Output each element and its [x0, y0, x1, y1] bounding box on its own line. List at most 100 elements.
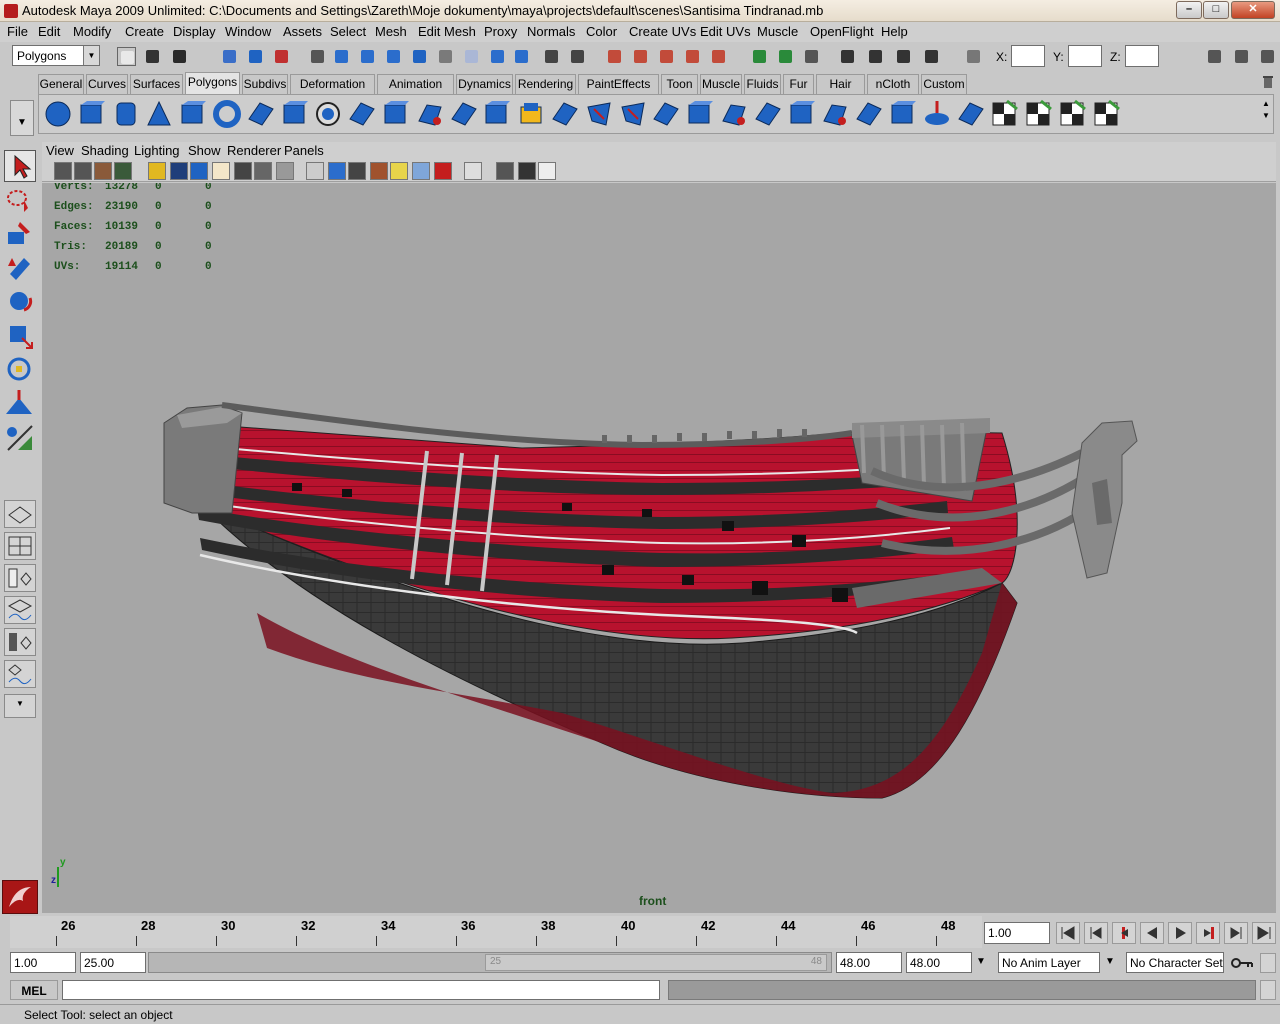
- single-perspective-layout-button[interactable]: [4, 500, 36, 528]
- poly-cube-icon[interactable]: [77, 99, 107, 129]
- menu-assets[interactable]: Assets: [283, 24, 322, 39]
- select-by-component-icon[interactable]: [272, 47, 291, 66]
- render-settings-icon[interactable]: [922, 47, 941, 66]
- ambient-occlusion-icon[interactable]: [538, 162, 556, 180]
- snap-to-points-icon[interactable]: [657, 47, 676, 66]
- boolean-union-icon[interactable]: [482, 99, 512, 129]
- auto-key-icon[interactable]: [1230, 955, 1254, 971]
- shelf-tab-rendering[interactable]: Rendering: [515, 74, 576, 94]
- minimize-button[interactable]: –: [1176, 1, 1202, 19]
- append-polygon-icon[interactable]: [584, 99, 614, 129]
- select-deformations-icon[interactable]: [436, 47, 455, 66]
- save-scene-icon[interactable]: [170, 47, 189, 66]
- grid-icon[interactable]: [148, 162, 166, 180]
- open-scene-icon[interactable]: [143, 47, 162, 66]
- duplicate-face-icon[interactable]: [753, 99, 783, 129]
- four-view-layout-button[interactable]: [4, 532, 36, 560]
- safe-action-icon[interactable]: [212, 162, 230, 180]
- paint-select-tool[interactable]: [4, 218, 36, 250]
- character-set-dropdown[interactable]: No Character Set: [1126, 952, 1224, 973]
- playback-start-field[interactable]: 25.00: [80, 952, 146, 973]
- soft-modification-tool[interactable]: [4, 388, 36, 420]
- y-field[interactable]: [1068, 45, 1102, 67]
- offset-edge-loop-icon[interactable]: [685, 99, 715, 129]
- playback-end-field[interactable]: 48.00: [836, 952, 902, 973]
- shelf-tab-fluids[interactable]: Fluids: [744, 74, 781, 94]
- shelf-tab-surfaces[interactable]: Surfaces: [130, 74, 183, 94]
- bookmarks-icon[interactable]: [94, 162, 112, 180]
- script-language-toggle[interactable]: MEL: [10, 980, 58, 1000]
- automatic-mapping-icon[interactable]: [1057, 99, 1087, 129]
- shelf-menu-button[interactable]: ▼: [10, 100, 34, 136]
- panel-menu-view[interactable]: View: [46, 143, 74, 158]
- shelf-tab-toon[interactable]: Toon: [661, 74, 698, 94]
- shelf-tab-ncloth[interactable]: nCloth: [867, 74, 919, 94]
- smooth-icon[interactable]: [449, 99, 479, 129]
- panel-menu-renderer[interactable]: Renderer: [227, 143, 281, 158]
- shelf-tab-deformation[interactable]: Deformation: [290, 74, 375, 94]
- bridge-icon[interactable]: [550, 99, 580, 129]
- last-tool-used[interactable]: [4, 460, 36, 492]
- menu-set-dropdown[interactable]: Polygons ▼: [12, 45, 100, 66]
- render-frame-icon[interactable]: [866, 47, 885, 66]
- attribute-editor-toggle-icon[interactable]: [1232, 47, 1251, 66]
- shelf-scroll[interactable]: ▲ ▼: [1262, 98, 1270, 122]
- menu-mesh[interactable]: Mesh: [375, 24, 407, 39]
- panel-menu-show[interactable]: Show: [188, 143, 221, 158]
- script-editor-button[interactable]: [1260, 980, 1276, 1000]
- collapse-icon[interactable]: [888, 99, 918, 129]
- step-forward-frame-button[interactable]: [1224, 922, 1248, 944]
- make-live-icon[interactable]: [709, 47, 728, 66]
- snap-to-grids-icon[interactable]: [605, 47, 624, 66]
- poke-face-icon[interactable]: [787, 99, 817, 129]
- menu-color[interactable]: Color: [586, 24, 617, 39]
- maximize-button[interactable]: □: [1203, 1, 1229, 19]
- z-field[interactable]: [1125, 45, 1159, 67]
- poly-cylinder-icon[interactable]: [111, 99, 141, 129]
- isolate-select-icon[interactable]: [434, 162, 452, 180]
- snap-to-curves-icon[interactable]: [631, 47, 650, 66]
- outliner-graph-layout-button[interactable]: [4, 660, 36, 688]
- menu-select[interactable]: Select: [330, 24, 366, 39]
- menu-proxy[interactable]: Proxy: [484, 24, 517, 39]
- select-curves-icon[interactable]: [384, 47, 403, 66]
- split-polygon-icon[interactable]: [618, 99, 648, 129]
- channel-box-toggle-icon[interactable]: [1205, 47, 1224, 66]
- layout-menu-button[interactable]: ▼: [4, 694, 36, 718]
- construction-history-icon[interactable]: [802, 47, 821, 66]
- xray-icon[interactable]: [306, 162, 324, 180]
- merge-icon[interactable]: [854, 99, 884, 129]
- universal-manipulator-tool[interactable]: [4, 354, 36, 386]
- animation-end-field[interactable]: 48.00: [906, 952, 972, 973]
- select-surfaces-icon[interactable]: [410, 47, 429, 66]
- poly-cone-icon[interactable]: [144, 99, 174, 129]
- input-operations-icon[interactable]: [750, 47, 769, 66]
- persp-outliner-layout-button[interactable]: [4, 564, 36, 592]
- filter-icon[interactable]: [308, 47, 327, 66]
- panel-menu-shading[interactable]: Shading: [81, 143, 129, 158]
- shelf-tab-polygons[interactable]: Polygons: [185, 72, 240, 94]
- anim-layer-dropdown[interactable]: No Anim Layer: [998, 952, 1100, 973]
- select-misc-icon[interactable]: [512, 47, 531, 66]
- shelf-tab-muscle[interactable]: Muscle: [700, 74, 742, 94]
- viewport-panel[interactable]: Verts: 13278 0 0 Edges: 23190 0 0 Faces: 10139 0 0 T…: [42, 183, 1276, 913]
- resolution-gate-icon[interactable]: [190, 162, 208, 180]
- snap-to-view-planes-icon[interactable]: [683, 47, 702, 66]
- poly-torus-icon[interactable]: [212, 99, 242, 129]
- shelf-tab-custom[interactable]: Custom: [921, 74, 967, 94]
- menu-display[interactable]: Display: [173, 24, 216, 39]
- image-plane-icon[interactable]: [114, 162, 132, 180]
- use-all-lights-icon[interactable]: [370, 162, 388, 180]
- animation-start-field[interactable]: 1.00: [10, 952, 76, 973]
- lasso-tool[interactable]: [4, 184, 36, 216]
- light-bulb-icon[interactable]: [390, 162, 408, 180]
- shadows-icon[interactable]: [412, 162, 430, 180]
- uv-texture-editor-icon[interactable]: [1091, 99, 1121, 129]
- shelf-tab-animation[interactable]: Animation: [377, 74, 454, 94]
- menu-create[interactable]: Create: [125, 24, 164, 39]
- scale-tool[interactable]: [4, 320, 36, 352]
- ipr-render-icon[interactable]: [894, 47, 913, 66]
- range-slider-thumb[interactable]: 25 48: [485, 954, 827, 971]
- select-tool[interactable]: [4, 150, 36, 182]
- select-rendering-icon[interactable]: [488, 47, 507, 66]
